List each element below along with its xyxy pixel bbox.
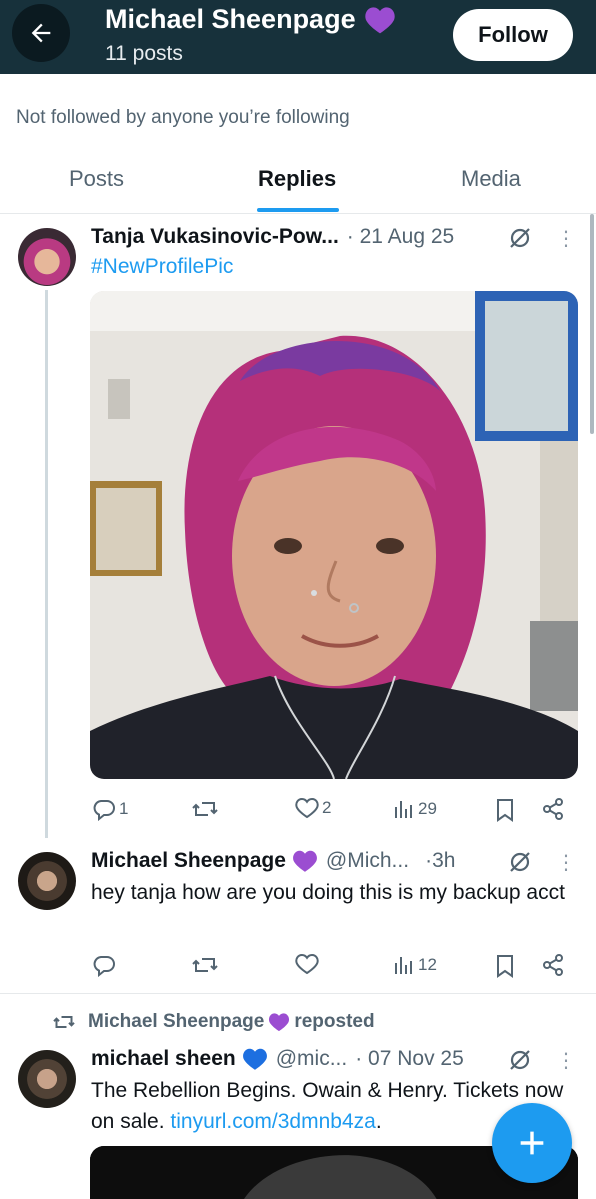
follow-button[interactable]: Follow	[453, 9, 573, 61]
repost-button[interactable]	[191, 953, 222, 977]
views-button[interactable]: 29	[393, 797, 437, 821]
post-header: michael sheen @mic... · 07 Nov 25	[91, 1047, 464, 1071]
divider	[0, 993, 596, 994]
author-name[interactable]: Tanja Vukasinovic-Pow...	[91, 225, 339, 249]
compose-plus-icon	[520, 1131, 544, 1155]
author-handle[interactable]: @Mich...	[326, 849, 409, 873]
post-header: Tanja Vukasinovic-Pow... · 21 Aug 25	[91, 225, 454, 249]
compose-button[interactable]	[492, 1103, 572, 1183]
profile-tabs: Posts Replies Media	[0, 148, 596, 214]
more-icon[interactable]: ⋮	[556, 227, 576, 251]
posts-count: 11 posts	[105, 42, 183, 65]
reply-icon	[93, 956, 115, 977]
repost-icon	[192, 802, 218, 816]
hashtag-link[interactable]: #NewProfilePic	[91, 255, 233, 279]
views-icon	[395, 957, 412, 974]
avatar[interactable]	[18, 1050, 76, 1108]
repost-context[interactable]: Michael Sheenpage reposted	[52, 1011, 375, 1033]
author-name[interactable]: Michael Sheenpage	[91, 849, 286, 873]
follow-notice: Not followed by anyone you’re following	[16, 107, 350, 128]
purple-heart-icon	[364, 6, 395, 33]
tab-replies[interactable]: Replies	[258, 166, 336, 192]
reply-icon	[93, 800, 115, 821]
profile-header: Michael Sheenpage 11 posts Follow	[0, 0, 596, 74]
post-link[interactable]: tinyurl.com/3dmnb4za	[170, 1110, 375, 1133]
repost-label: reposted	[294, 1011, 375, 1032]
post-date[interactable]: · 07 Nov 25	[355, 1047, 464, 1071]
portrait-image	[90, 291, 578, 779]
reply-button[interactable]: 1	[92, 797, 128, 821]
post-header: Michael Sheenpage @Mich... ·3h	[91, 849, 455, 873]
reply-button[interactable]	[92, 953, 119, 977]
tab-media[interactable]: Media	[461, 166, 521, 192]
tab-posts[interactable]: Posts	[69, 166, 124, 192]
profile-name: Michael Sheenpage	[105, 4, 356, 34]
scrollbar[interactable]	[590, 214, 594, 434]
author-name[interactable]: michael sheen	[91, 1047, 236, 1071]
active-tab-indicator	[257, 208, 339, 212]
views-count: 29	[418, 799, 437, 818]
back-button[interactable]	[12, 4, 70, 62]
grok-icon[interactable]	[508, 226, 532, 250]
like-button[interactable]: 2	[295, 797, 331, 819]
thread-line	[45, 290, 48, 838]
more-icon[interactable]: ⋮	[556, 851, 576, 875]
author-handle[interactable]: @mic...	[276, 1047, 347, 1071]
like-button[interactable]	[295, 953, 322, 975]
grok-icon[interactable]	[508, 1048, 532, 1072]
repost-icon	[53, 1016, 75, 1028]
like-count: 2	[322, 798, 332, 817]
views-icon	[395, 801, 412, 818]
more-icon[interactable]: ⋮	[556, 1049, 576, 1073]
reply-count: 1	[119, 799, 129, 818]
grok-icon[interactable]	[508, 850, 532, 874]
repost-by-name: Michael Sheenpage	[88, 1011, 265, 1032]
post-text: hey tanja how are you doing this is my b…	[91, 881, 565, 904]
post-text-end: .	[375, 1110, 382, 1133]
bookmark-icon[interactable]	[494, 797, 516, 823]
share-icon[interactable]	[541, 953, 565, 977]
like-icon	[295, 953, 319, 975]
purple-heart-icon	[269, 1013, 290, 1032]
avatar[interactable]	[18, 852, 76, 910]
repost-button[interactable]	[191, 797, 222, 821]
views-button[interactable]: 12	[393, 953, 437, 977]
profile-title: Michael Sheenpage	[105, 4, 396, 35]
blue-heart-icon	[242, 1048, 267, 1070]
post-date[interactable]: · 21 Aug 25	[347, 225, 454, 249]
post-date[interactable]: ·3h	[425, 849, 455, 873]
repost-icon	[192, 958, 218, 972]
post-photo[interactable]	[90, 291, 578, 779]
like-icon	[295, 797, 319, 819]
views-count: 12	[418, 955, 437, 974]
purple-heart-icon	[292, 850, 317, 872]
bookmark-icon[interactable]	[494, 953, 516, 979]
back-arrow-icon	[31, 23, 51, 43]
share-icon[interactable]	[541, 797, 565, 821]
avatar[interactable]	[18, 228, 76, 286]
